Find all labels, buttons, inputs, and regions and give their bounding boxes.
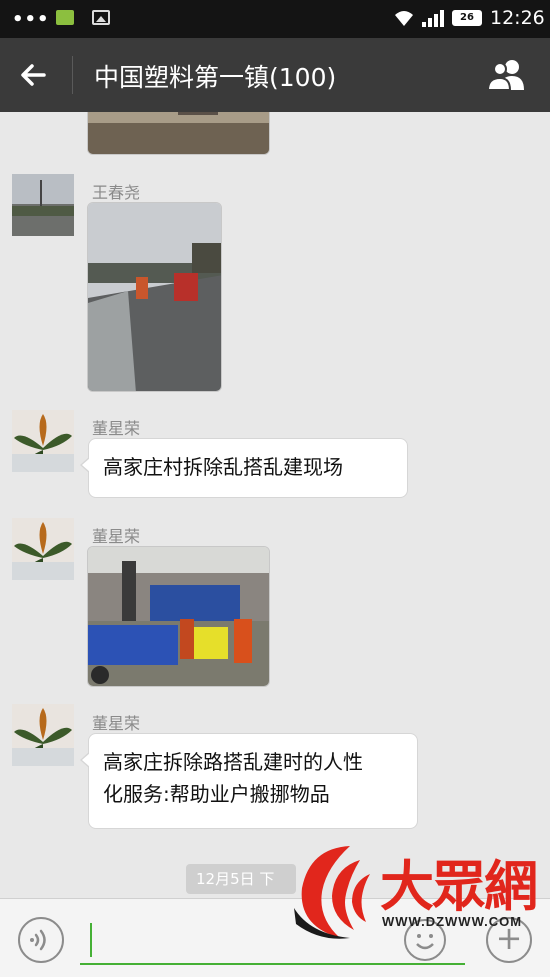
wifi-icon (395, 11, 413, 26)
message-image[interactable] (87, 112, 270, 155)
status-dots: ••• (12, 9, 50, 30)
signal-icon (422, 10, 444, 27)
message-text-line: 化服务:帮助业户搬挪物品 (103, 782, 330, 806)
avatar[interactable] (12, 704, 74, 766)
sender-name: 董星荣 (92, 714, 141, 733)
message-image[interactable] (87, 202, 222, 392)
arrow-left-icon[interactable] (14, 56, 54, 94)
sender-name: 王春尧 (92, 183, 141, 202)
message-text: 高家庄村拆除乱搭乱建现场 (103, 455, 343, 479)
plus-icon[interactable]: + (486, 917, 532, 963)
gallery-notification-icon (92, 10, 110, 25)
avatar[interactable] (12, 518, 74, 580)
avatar[interactable] (12, 174, 74, 236)
sender-name: 董星荣 (92, 419, 141, 438)
sender-name: 董星荣 (92, 527, 141, 546)
battery-icon: 26 (452, 10, 482, 26)
group-members-icon[interactable] (484, 56, 530, 94)
message-bubble[interactable]: 高家庄拆除路搭乱建时的人性 化服务:帮助业户搬挪物品 (80, 733, 418, 829)
app-notification-icon (56, 10, 74, 25)
voice-icon[interactable] (18, 917, 64, 963)
status-time: 12:26 (490, 7, 545, 29)
text-caret (90, 923, 92, 957)
message-image[interactable] (87, 546, 270, 687)
chat-header: 中国塑料第一镇(100) (0, 38, 550, 112)
timestamp-divider: 12月5日 下 (186, 864, 296, 894)
status-bar: ••• 26 12:26 (0, 0, 550, 38)
message-bubble[interactable]: 高家庄村拆除乱搭乱建现场 (80, 438, 408, 498)
message-text-line: 高家庄拆除路搭乱建时的人性 (103, 750, 363, 774)
header-divider (72, 56, 73, 94)
emoji-icon[interactable] (404, 919, 446, 961)
chat-message-list[interactable]: 王春尧 董星荣 高家庄村拆除乱搭乱建现场 董星荣 董星荣 高家庄拆除路搭乱建时的… (0, 112, 550, 898)
chat-title: 中国塑料第一镇(100) (94, 63, 337, 92)
avatar[interactable] (12, 410, 74, 472)
message-input-bar: + (0, 898, 550, 977)
